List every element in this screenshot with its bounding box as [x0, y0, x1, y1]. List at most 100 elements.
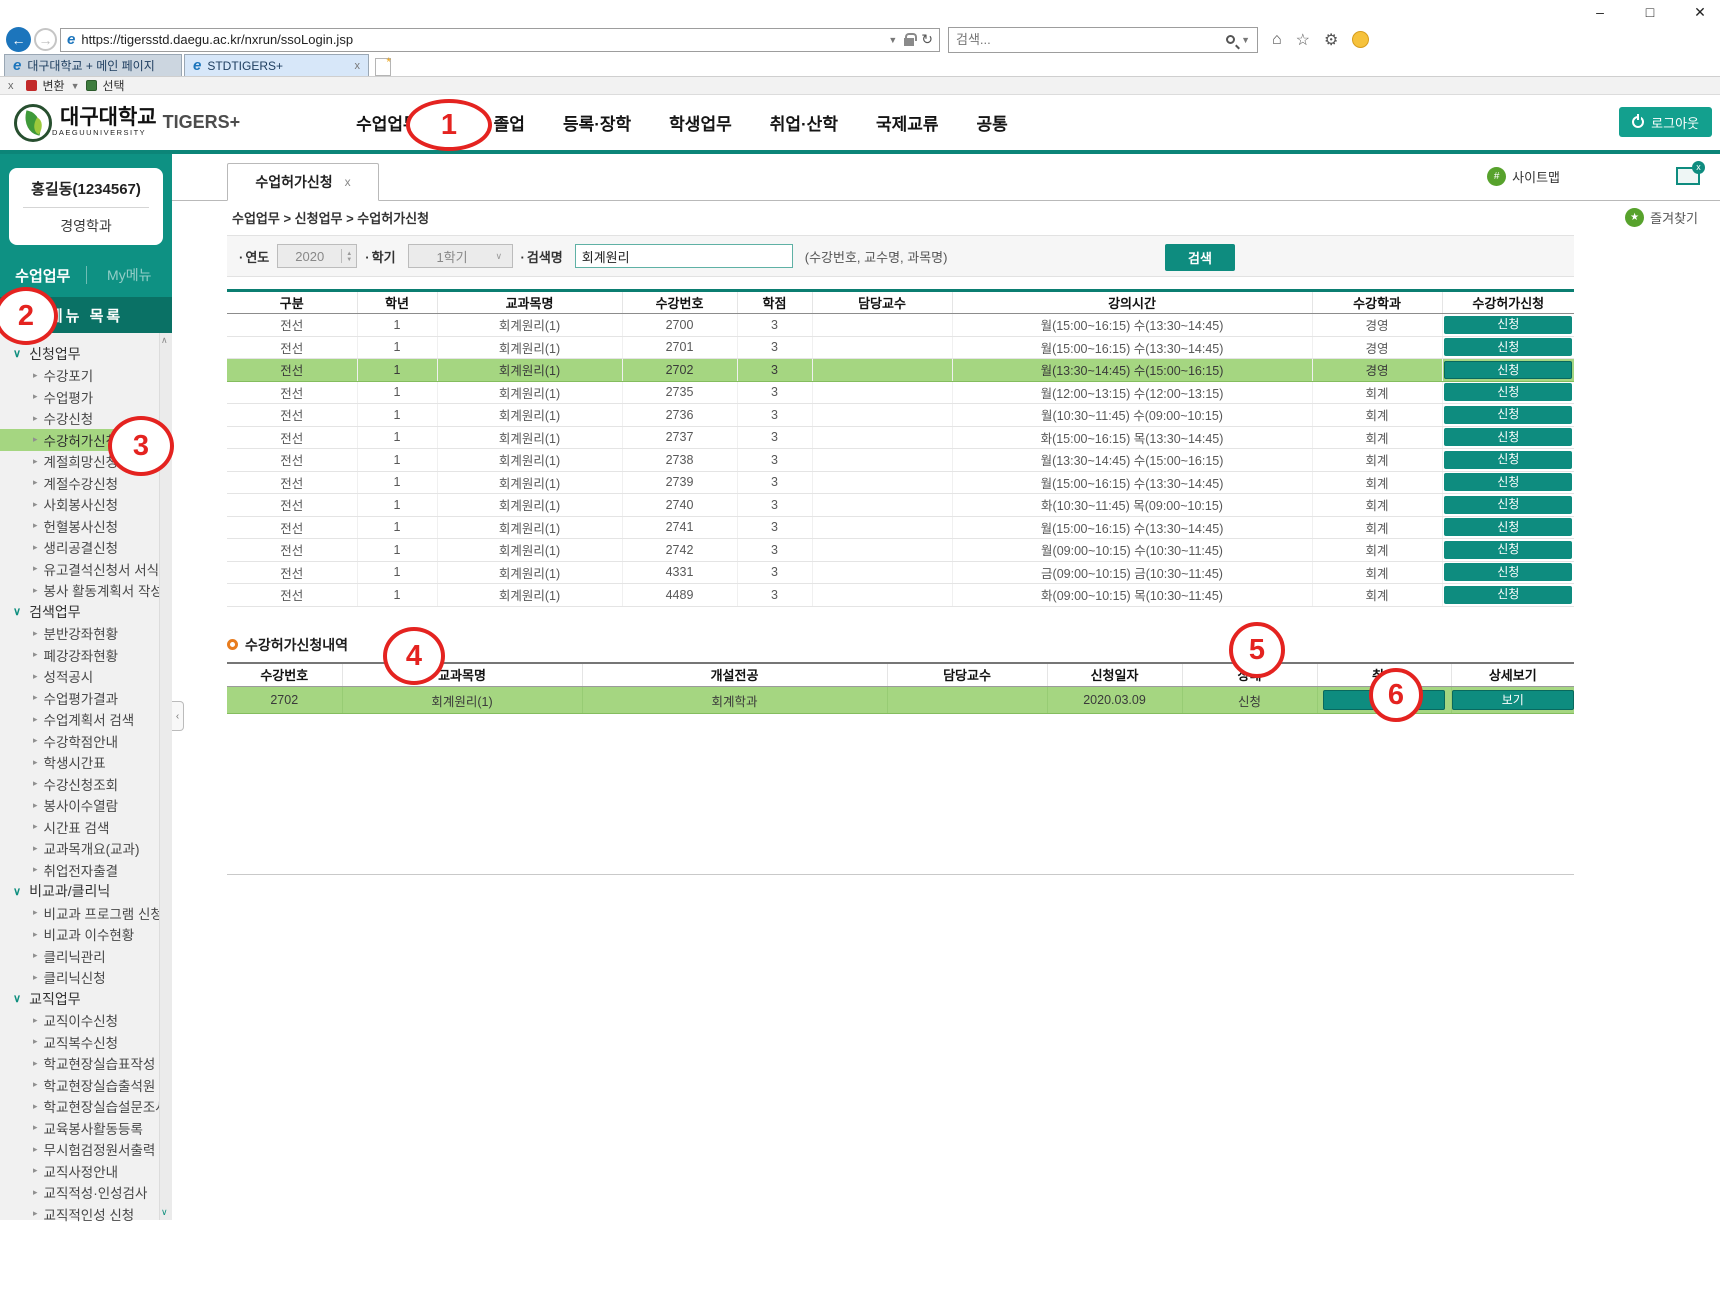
- course-row[interactable]: 전선1회계원리(1)27013월(15:00~16:15) 수(13:30~14…: [227, 336, 1574, 359]
- sidebar-item[interactable]: ▸교직사정안내: [0, 1160, 172, 1182]
- nav-item-5[interactable]: 취업·산학: [770, 110, 838, 135]
- sidebar-item[interactable]: ▸비교과 프로그램 신청: [0, 902, 172, 924]
- course-row[interactable]: 전선1회계원리(1)27003월(15:00~16:15) 수(13:30~14…: [227, 314, 1574, 337]
- sidebar-item[interactable]: ▸교직적인성 신청: [0, 1203, 172, 1225]
- add-favorite-link[interactable]: ★ 즐겨찾기: [1625, 208, 1698, 227]
- sidebar-item[interactable]: ▸학교현장실습표작성: [0, 1053, 172, 1075]
- apply-button[interactable]: 신청: [1444, 518, 1572, 536]
- search-dropdown-icon[interactable]: ▼: [1241, 35, 1250, 45]
- sidebar-item[interactable]: ▸수업계획서 검색: [0, 709, 172, 731]
- sidebar-item[interactable]: ▸폐강강좌현황: [0, 644, 172, 666]
- sidebar-item[interactable]: ▸봉사이수열람: [0, 795, 172, 817]
- tab-close-icon[interactable]: x: [355, 60, 361, 72]
- sidebar-item[interactable]: ▸학교현장실습설문조사: [0, 1096, 172, 1118]
- course-row[interactable]: 전선1회계원리(1)27403화(10:30~11:45) 목(09:00~10…: [227, 494, 1574, 517]
- browser-tab-1[interactable]: e 대구대학교 + 메인 페이지: [4, 54, 182, 76]
- home-icon[interactable]: ⌂: [1272, 31, 1282, 49]
- browser-tab-2-active[interactable]: e STDTIGERS+ x: [184, 54, 369, 76]
- year-spinner[interactable]: 2020 ▲▼: [277, 244, 357, 268]
- nav-item-6[interactable]: 국제교류: [876, 110, 939, 135]
- sidebar-item[interactable]: ▸무시험검정원서출력: [0, 1139, 172, 1161]
- course-row[interactable]: 전선1회계원리(1)27373화(15:00~16:15) 목(13:30~14…: [227, 426, 1574, 449]
- course-row[interactable]: 전선1회계원리(1)27383월(13:30~14:45) 수(15:00~16…: [227, 449, 1574, 472]
- search-icon[interactable]: [1226, 35, 1235, 44]
- chevron-down-icon[interactable]: ▼: [71, 81, 80, 91]
- course-row[interactable]: 전선1회계원리(1)27413월(15:00~16:15) 수(13:30~14…: [227, 516, 1574, 539]
- sidebar-item[interactable]: ▸교직복수신청: [0, 1031, 172, 1053]
- sidebar-item[interactable]: ▸클리닉관리: [0, 945, 172, 967]
- detail-button[interactable]: 보기: [1452, 690, 1574, 710]
- scroll-up-icon[interactable]: ∧: [161, 335, 168, 346]
- sidebar-item[interactable]: ▸클리닉신청: [0, 967, 172, 989]
- sidebar-item[interactable]: ▸수강포기: [0, 365, 172, 387]
- course-row[interactable]: 전선1회계원리(1)27353월(12:00~13:15) 수(12:00~13…: [227, 381, 1574, 404]
- sidebar-item[interactable]: ▸봉사 활동계획서 작성: [0, 580, 172, 602]
- apply-button[interactable]: 신청: [1444, 563, 1572, 581]
- sidebar-item[interactable]: ▸수강신청조회: [0, 773, 172, 795]
- convert-button[interactable]: 변환: [43, 77, 65, 94]
- apply-button[interactable]: 신청: [1444, 361, 1572, 379]
- keyword-input[interactable]: [575, 244, 793, 268]
- sidebar-tab-mymenu[interactable]: My메뉴: [87, 265, 173, 285]
- sidebar-item[interactable]: ▸수강학점안내: [0, 730, 172, 752]
- sidebar-item[interactable]: ▸헌혈봉사신청: [0, 515, 172, 537]
- window-maximize-button[interactable]: □: [1640, 4, 1660, 21]
- course-row[interactable]: 전선1회계원리(1)27023월(13:30~14:45) 수(15:00~16…: [227, 359, 1574, 382]
- sidebar-item[interactable]: ▸수업평가: [0, 386, 172, 408]
- spinner-arrows-icon[interactable]: ▲▼: [341, 249, 356, 263]
- settings-gear-icon[interactable]: ⚙: [1324, 30, 1338, 50]
- sidebar-tab-work[interactable]: 수업업무: [0, 265, 86, 286]
- apply-button[interactable]: 신청: [1444, 316, 1572, 334]
- window-close-button[interactable]: ✕: [1690, 4, 1710, 21]
- apply-button[interactable]: 신청: [1444, 496, 1572, 514]
- menu-section-3[interactable]: ∨비교과/클리닉: [0, 881, 172, 903]
- sidebar-item[interactable]: ▸교직이수신청: [0, 1010, 172, 1032]
- new-tab-button[interactable]: [375, 58, 391, 76]
- sidebar-item[interactable]: ▸생리공결신청: [0, 537, 172, 559]
- window-minimize-button[interactable]: –: [1590, 4, 1610, 21]
- sidebar-item[interactable]: ▸교직적성·인성검사: [0, 1182, 172, 1204]
- page-tab-active[interactable]: 수업허가신청 x: [227, 163, 379, 201]
- sidebar-item[interactable]: ▸취업전자출결: [0, 859, 172, 881]
- close-all-windows-icon[interactable]: [1676, 167, 1700, 185]
- nav-item-3[interactable]: 등록·장학: [563, 110, 631, 135]
- apply-button[interactable]: 신청: [1444, 586, 1572, 604]
- sidebar-item[interactable]: ▸학교현장실습출석원: [0, 1074, 172, 1096]
- nav-item-7[interactable]: 공통: [977, 110, 1008, 135]
- nav-item-4[interactable]: 학생업무: [669, 110, 732, 135]
- term-select[interactable]: 1학기 ∨: [408, 244, 513, 268]
- course-row[interactable]: 전선1회계원리(1)44893화(09:00~10:15) 목(10:30~11…: [227, 584, 1574, 607]
- sidebar-item[interactable]: ▸유고결석신청서 서식: [0, 558, 172, 580]
- browser-search-box[interactable]: ▼: [948, 27, 1258, 53]
- url-dropdown-icon[interactable]: ▼: [888, 35, 897, 45]
- menu-section-2[interactable]: ∨검색업무: [0, 601, 172, 623]
- favorites-star-icon[interactable]: ☆: [1296, 30, 1310, 50]
- sitemap-link[interactable]: # 사이트맵: [1487, 167, 1560, 186]
- browser-search-input[interactable]: [956, 32, 1226, 47]
- course-row[interactable]: 전선1회계원리(1)27363월(10:30~11:45) 수(09:00~10…: [227, 404, 1574, 427]
- sidebar-item[interactable]: ▸시간표 검색: [0, 816, 172, 838]
- sidebar-item[interactable]: ▸사회봉사신청: [0, 494, 172, 516]
- toolbar-close-icon[interactable]: x: [8, 80, 14, 92]
- sidebar-item[interactable]: ▸수업평가결과: [0, 687, 172, 709]
- menu-section-4[interactable]: ∨교직업무: [0, 988, 172, 1010]
- apply-button[interactable]: 신청: [1444, 383, 1572, 401]
- forward-button[interactable]: →: [34, 28, 57, 51]
- page-tab-close-icon[interactable]: x: [345, 175, 351, 189]
- course-row[interactable]: 전선1회계원리(1)27423월(09:00~10:15) 수(10:30~11…: [227, 539, 1574, 562]
- menu-section-1[interactable]: ∨신청업무: [0, 343, 172, 365]
- apply-button[interactable]: 신청: [1444, 338, 1572, 356]
- refresh-icon[interactable]: ↻: [921, 31, 933, 48]
- sidebar-item[interactable]: ▸교과목개요(교과): [0, 838, 172, 860]
- apply-button[interactable]: 신청: [1444, 428, 1572, 446]
- logout-button[interactable]: 로그아웃: [1619, 107, 1712, 137]
- feedback-smiley-icon[interactable]: [1352, 31, 1369, 48]
- sidebar-item[interactable]: ▸학생시간표: [0, 752, 172, 774]
- select-button[interactable]: 선택: [103, 77, 125, 94]
- search-button[interactable]: 검색: [1165, 244, 1235, 271]
- sidebar-item[interactable]: ▸비교과 이수현황: [0, 924, 172, 946]
- sidebar-collapse-handle[interactable]: ‹: [172, 701, 184, 731]
- scroll-down-icon[interactable]: ∨: [161, 1207, 168, 1218]
- sidebar-item[interactable]: ▸교육봉사활동등록: [0, 1117, 172, 1139]
- sidebar-item[interactable]: ▸성적공시: [0, 666, 172, 688]
